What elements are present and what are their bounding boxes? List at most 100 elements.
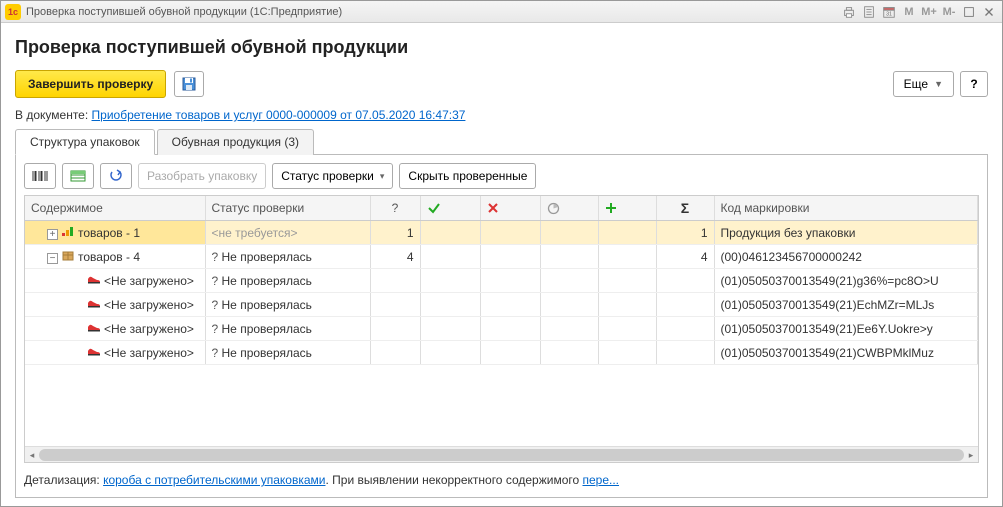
cell-empty <box>540 293 598 317</box>
cell-sigma <box>656 293 714 317</box>
cell-empty <box>480 293 540 317</box>
col-ok[interactable] <box>420 196 480 221</box>
cell-empty <box>480 221 540 245</box>
doc-link[interactable]: Приобретение товаров и услуг 0000-000009… <box>92 108 466 122</box>
disassemble-package-button: Разобрать упаковку <box>138 163 266 189</box>
tab-body: Разобрать упаковку Статус проверки ▾ Скр… <box>15 155 988 498</box>
cell-empty <box>598 269 656 293</box>
table-row[interactable]: <Не загружено>? Не проверялась(01)050503… <box>25 341 978 365</box>
col-content[interactable]: Содержимое <box>25 196 205 221</box>
finish-check-button[interactable]: Завершить проверку <box>15 70 166 98</box>
box-icon <box>61 249 75 261</box>
col-status[interactable]: Статус проверки <box>205 196 370 221</box>
content-area: Проверка поступившей обувной продукции З… <box>1 23 1002 506</box>
cell-empty <box>420 221 480 245</box>
cell-empty <box>598 341 656 365</box>
detail-rest: . При выявлении некорректного содержимог… <box>325 473 582 487</box>
app-window: 1c Проверка поступившей обувной продукци… <box>0 0 1003 507</box>
close-button[interactable] <box>980 4 998 20</box>
col-add[interactable] <box>598 196 656 221</box>
row-content-text: <Не загружено> <box>104 274 194 288</box>
grid-toolbar: Разобрать упаковку Статус проверки ▾ Скр… <box>24 163 979 189</box>
minimize-button[interactable] <box>960 4 978 20</box>
scroll-right-arrow[interactable]: ▸ <box>964 447 978 463</box>
cell-empty <box>480 245 540 269</box>
more-button[interactable]: Еще▼ <box>893 71 954 97</box>
cell-sigma: 4 <box>656 245 714 269</box>
table-row[interactable]: −товаров - 4? Не проверялась44(00)046123… <box>25 245 978 269</box>
col-sigma[interactable]: Σ <box>656 196 714 221</box>
table-row[interactable]: <Не загружено>? Не проверялась(01)050503… <box>25 269 978 293</box>
cell-empty <box>540 341 598 365</box>
help-button[interactable]: ? <box>960 71 988 97</box>
cell-question: 4 <box>370 245 420 269</box>
cell-sigma <box>656 341 714 365</box>
tab-packaging-structure[interactable]: Структура упаковок <box>15 129 155 155</box>
row-content-text: товаров - 1 <box>78 226 140 240</box>
scroll-left-arrow[interactable]: ◂ <box>25 447 39 463</box>
tab-shoe-products[interactable]: Обувная продукция (3) <box>157 129 314 155</box>
table-view-button[interactable] <box>62 163 94 189</box>
detail-link[interactable]: короба с потребительскими упаковками <box>103 473 325 487</box>
memory-m-button[interactable]: M <box>900 4 918 20</box>
cell-sigma: 1 <box>656 221 714 245</box>
cell-question <box>370 269 420 293</box>
refresh-button[interactable] <box>100 163 132 189</box>
cell-question <box>370 293 420 317</box>
cell-sigma <box>656 269 714 293</box>
grid-header-row: Содержимое Статус проверки ? Σ Код марки… <box>25 196 978 221</box>
horizontal-scrollbar[interactable]: ◂ ▸ <box>25 446 978 462</box>
titlebar: 1c Проверка поступившей обувной продукци… <box>1 1 1002 23</box>
calc-icon[interactable] <box>860 4 878 20</box>
memory-mminus-button[interactable]: M- <box>940 4 958 20</box>
status-prefix: ? <box>212 250 222 264</box>
detail-line: Детализация: короба с потребительскими у… <box>24 473 979 487</box>
cell-marking-code: (00)046123456700000242 <box>714 245 978 269</box>
col-fail[interactable] <box>480 196 540 221</box>
calendar-icon[interactable]: 31 <box>880 4 898 20</box>
memory-mplus-button[interactable]: M+ <box>920 4 938 20</box>
status-text: Не проверялась <box>222 274 312 288</box>
cell-empty <box>598 221 656 245</box>
cell-question: 1 <box>370 221 420 245</box>
barcode-button[interactable] <box>24 163 56 189</box>
check-status-dropdown[interactable]: Статус проверки ▾ <box>272 163 393 189</box>
save-button[interactable] <box>174 71 204 97</box>
cell-empty <box>540 221 598 245</box>
cell-marking-code: Продукция без упаковки <box>714 221 978 245</box>
system-buttons: 31 M M+ M- <box>840 4 998 20</box>
tab-strip: Структура упаковок Обувная продукция (3) <box>15 128 988 155</box>
table-row[interactable]: +товаров - 1<не требуется>11Продукция бе… <box>25 221 978 245</box>
shoe-icon <box>87 273 101 285</box>
cell-empty <box>598 317 656 341</box>
doc-label: В документе: <box>15 108 92 122</box>
scroll-thumb[interactable] <box>39 449 964 461</box>
shoe-icon <box>87 321 101 333</box>
cell-empty <box>420 341 480 365</box>
status-text: Не проверялась <box>222 250 312 264</box>
cell-empty <box>420 317 480 341</box>
col-question[interactable]: ? <box>370 196 420 221</box>
app-icon: 1c <box>5 4 21 20</box>
document-reference: В документе: Приобретение товаров и услу… <box>15 108 988 122</box>
table-row[interactable]: <Не загружено>? Не проверялась(01)050503… <box>25 293 978 317</box>
expand-icon[interactable]: + <box>47 229 58 240</box>
status-text: Не проверялась <box>222 298 312 312</box>
status-text: <не требуется> <box>212 226 298 240</box>
status-text: Не проверялась <box>222 346 312 360</box>
hide-checked-button[interactable]: Скрыть проверенные <box>399 163 536 189</box>
packaging-grid[interactable]: Содержимое Статус проверки ? Σ Код марки… <box>25 196 978 365</box>
steps-icon <box>61 225 75 237</box>
col-marking-code[interactable]: Код маркировки <box>714 196 978 221</box>
cell-empty <box>598 245 656 269</box>
row-content-text: <Не загружено> <box>104 346 194 360</box>
collapse-icon[interactable]: − <box>47 253 58 264</box>
table-row[interactable]: <Не загружено>? Не проверялась(01)050503… <box>25 317 978 341</box>
detail-more-link[interactable]: пере... <box>582 473 619 487</box>
print-icon[interactable] <box>840 4 858 20</box>
col-pending[interactable] <box>540 196 598 221</box>
status-prefix: ? <box>212 298 222 312</box>
status-text: Не проверялась <box>222 322 312 336</box>
shoe-icon <box>87 297 101 309</box>
cell-marking-code: (01)05050370013549(21)g36%=pc8O>U <box>714 269 978 293</box>
